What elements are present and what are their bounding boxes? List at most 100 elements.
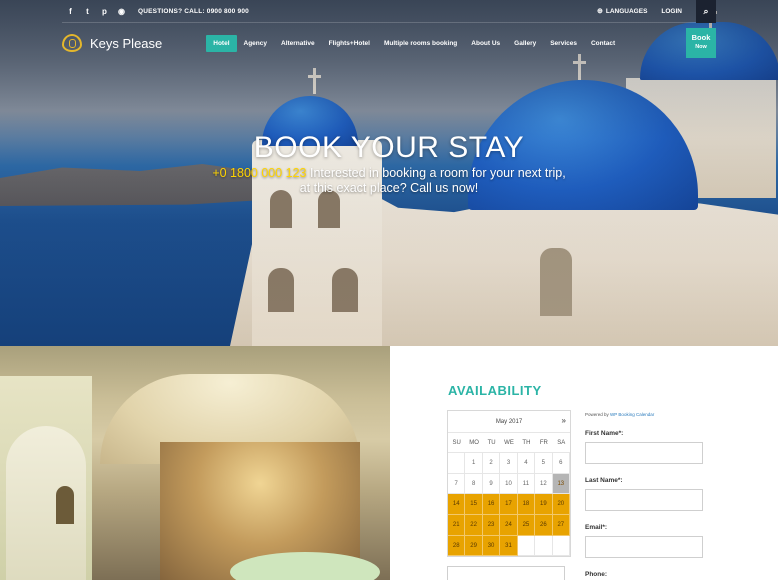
nav-item-gallery[interactable]: Gallery: [507, 35, 543, 52]
calendar-day[interactable]: 4: [517, 453, 536, 474]
calendar-empty-cell: [448, 453, 466, 474]
hero-phone[interactable]: +0 1800 000 123: [212, 166, 306, 180]
phone-label: Phone:: [585, 571, 608, 578]
logo-heart-key-icon: [62, 34, 82, 52]
tripadvisor-icon[interactable]: ◉: [117, 7, 126, 16]
logo-text: Keys Please: [90, 35, 163, 51]
calendar-day[interactable]: 6: [552, 453, 570, 474]
calendar-empty-cell: [535, 535, 553, 557]
powered-prefix: Powered by: [585, 412, 611, 417]
calendar-dow: SA: [552, 433, 570, 453]
calendar-dow: TH: [517, 433, 536, 453]
nav-menu: Hotel Agency Alternative Flights+Hotel M…: [206, 34, 622, 52]
first-name-label: First Name*:: [585, 430, 624, 437]
login-link[interactable]: LOGIN: [661, 8, 682, 15]
calendar-day[interactable]: 19: [535, 494, 553, 516]
calendar-day[interactable]: 21: [448, 515, 466, 536]
powered-link[interactable]: WP Booking Calendar: [610, 412, 654, 417]
calendar-day[interactable]: 10: [500, 473, 518, 495]
nav-item-alternative[interactable]: Alternative: [274, 35, 322, 52]
calendar-day[interactable]: 17: [500, 494, 518, 516]
calendar-day[interactable]: 16: [482, 494, 501, 516]
calendar-day[interactable]: 28: [448, 535, 466, 557]
book-now-line2: Now: [695, 44, 707, 50]
calendar-day[interactable]: 8: [465, 473, 483, 495]
contact-phone: QUESTIONS? CALL: 0900 800 900: [138, 8, 249, 15]
calendar-day[interactable]: 25: [517, 515, 536, 536]
facebook-icon[interactable]: f: [66, 7, 75, 16]
nav-item-services[interactable]: Services: [543, 35, 584, 52]
booking-form: First Name*: Last Name*: Email*: Phone:: [585, 430, 703, 578]
calendar-day[interactable]: 13: [552, 473, 570, 495]
book-now-line1: Book: [691, 33, 711, 42]
calendar-day[interactable]: 1: [465, 453, 483, 474]
room-photo: [0, 346, 390, 580]
calendar-day[interactable]: 22: [465, 515, 483, 536]
calendar-day[interactable]: 29: [465, 535, 483, 557]
calendar-dow: SU: [448, 433, 466, 453]
last-name-field[interactable]: [585, 489, 703, 511]
languages-link[interactable]: ⊕ LANGUAGES: [597, 7, 647, 15]
calendar-grid: SU MO TU WE TH FR SA 1 2 3 4 5 6 7 8 9 10 11 12 13 14 15 16 17 1…: [448, 433, 570, 557]
next-month-icon[interactable]: »: [562, 416, 566, 425]
first-name-field[interactable]: [585, 442, 703, 464]
calendar-empty-cell: [517, 535, 536, 557]
calendar-summary-box: [447, 566, 565, 580]
calendar-day[interactable]: 9: [482, 473, 501, 495]
booking-calendar: May 2017 » SU MO TU WE TH FR SA 1 2 3 4 5 6 7 8 9 10 11 12…: [447, 410, 571, 558]
twitter-icon[interactable]: t: [83, 7, 92, 16]
availability-section: AVAILABILITY May 2017 » SU MO TU WE TH FR SA 1 2…: [390, 346, 778, 580]
calendar-day[interactable]: 27: [552, 515, 570, 536]
calendar-day[interactable]: 5: [535, 453, 553, 474]
search-button[interactable]: ⌕: [696, 0, 716, 23]
calendar-day[interactable]: 18: [517, 494, 536, 516]
main-nav: Keys Please Hotel Agency Alternative Fli…: [62, 28, 716, 58]
calendar-day[interactable]: 24: [500, 515, 518, 536]
calendar-dow: WE: [500, 433, 518, 453]
questions-phone[interactable]: 0900 800 900: [207, 8, 249, 15]
last-name-label: Last Name*:: [585, 477, 623, 484]
languages-label: LANGUAGES: [605, 8, 648, 15]
book-now-button[interactable]: Book Now: [686, 28, 716, 58]
email-field[interactable]: [585, 536, 703, 558]
globe-icon: ⊕: [597, 8, 603, 15]
nav-item-multiple-rooms[interactable]: Multiple rooms booking: [377, 35, 464, 52]
calendar-day[interactable]: 12: [535, 473, 553, 495]
hero-subtitle-line2: at this exact place? Call us now!: [299, 181, 479, 195]
nav-item-flights-hotel[interactable]: Flights+Hotel: [322, 35, 377, 52]
calendar-day[interactable]: 11: [517, 473, 536, 495]
hero-title: BOOK YOUR STAY: [253, 131, 525, 164]
logo[interactable]: Keys Please: [62, 34, 162, 52]
calendar-day[interactable]: 3: [500, 453, 518, 474]
calendar-dow: FR: [535, 433, 553, 453]
room-arch: [6, 426, 86, 580]
calendar-dow: TU: [482, 433, 501, 453]
calendar-day[interactable]: 14: [448, 494, 466, 516]
calendar-day[interactable]: 2: [482, 453, 501, 474]
calendar-day[interactable]: 7: [448, 473, 466, 495]
availability-title: AVAILABILITY: [448, 383, 542, 398]
top-bar: f t p ◉ QUESTIONS? CALL: 0900 800 900 ⊕ L…: [62, 0, 716, 23]
calendar-day[interactable]: 26: [535, 515, 553, 536]
calendar-month: May 2017: [495, 418, 523, 425]
powered-by: Powered by WP Booking Calendar: [585, 412, 654, 417]
hero-subtitle: +0 1800 000 123 Interested in booking a …: [0, 166, 778, 196]
questions-label: QUESTIONS? CALL:: [138, 7, 205, 15]
nav-item-about[interactable]: About Us: [464, 35, 507, 52]
calendar-day[interactable]: 15: [465, 494, 483, 516]
calendar-empty-cell: [552, 535, 570, 557]
email-label: Email*:: [585, 524, 608, 531]
social-links: f t p ◉: [66, 7, 126, 16]
nav-item-hotel[interactable]: Hotel: [206, 34, 237, 52]
calendar-day[interactable]: 20: [552, 494, 570, 516]
nav-item-agency[interactable]: Agency: [237, 35, 274, 52]
calendar-day[interactable]: 31: [500, 535, 518, 557]
nav-item-contact[interactable]: Contact: [584, 35, 622, 52]
calendar-day[interactable]: 30: [482, 535, 501, 557]
room-niche: [56, 486, 74, 524]
top-right-links: ⊕ LANGUAGES LOGIN ⌕: [597, 0, 716, 23]
hero-subtitle-line1: Interested in booking a room for your ne…: [306, 166, 566, 180]
calendar-header: May 2017 »: [448, 411, 570, 433]
pinterest-icon[interactable]: p: [100, 7, 109, 16]
calendar-day[interactable]: 23: [482, 515, 501, 536]
